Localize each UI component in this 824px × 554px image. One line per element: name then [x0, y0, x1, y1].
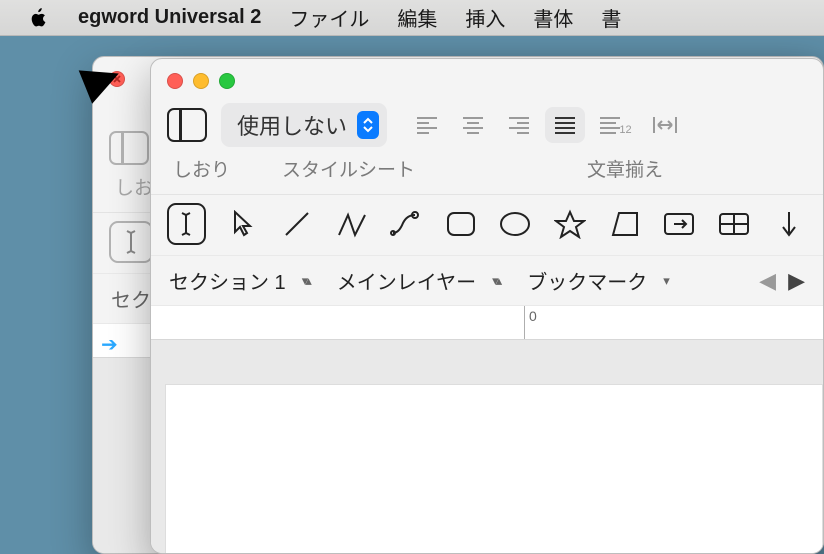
ruler-tick — [524, 306, 525, 339]
curve-tool[interactable] — [388, 203, 425, 245]
pointer-tool[interactable] — [224, 203, 261, 245]
close-button[interactable] — [167, 73, 183, 89]
menu-file[interactable]: ファイル — [289, 3, 369, 32]
zoom-button[interactable] — [219, 73, 235, 89]
annotation-arrow-icon — [34, 60, 124, 120]
polygon-tool[interactable] — [606, 203, 643, 245]
document-page[interactable] — [165, 384, 823, 554]
zigzag-tool[interactable] — [333, 203, 370, 245]
stylesheet-dropdown[interactable]: 使用しない — [221, 103, 387, 147]
label-stylesheet: スタイルシート — [282, 155, 415, 182]
line-tool[interactable] — [279, 203, 316, 245]
ruler-zero-label: 0 — [529, 308, 537, 324]
down-arrow-tool[interactable] — [770, 203, 807, 245]
rect-tool[interactable] — [442, 203, 479, 245]
label-bookmark: しおり — [173, 155, 230, 182]
text-cursor-tool[interactable] — [167, 203, 206, 245]
menubar: egword Universal 2 ファイル 編集 挿入 書体 書 — [0, 0, 824, 36]
tools-row — [151, 194, 823, 255]
menu-edit[interactable]: 編集 — [397, 3, 437, 32]
align-justify-button[interactable] — [545, 107, 585, 143]
ruler[interactable]: 0 — [151, 306, 823, 340]
fit-width-button[interactable] — [645, 107, 685, 143]
text-cursor-tool-back[interactable] — [109, 221, 153, 263]
ellipse-tool[interactable] — [497, 203, 534, 245]
align-right-button[interactable] — [499, 107, 539, 143]
section-select-back[interactable]: セク — [111, 284, 151, 313]
align-center-button[interactable] — [453, 107, 493, 143]
page-prev-button[interactable]: ◀ — [759, 268, 776, 294]
stylesheet-value: 使用しない — [237, 109, 347, 141]
dropdown-stepper-icon[interactable] — [357, 111, 379, 139]
label-bookmark-back: しお — [115, 173, 153, 200]
table-tool[interactable] — [716, 203, 753, 245]
bookmark-select[interactable]: ブックマーク ▾ — [527, 266, 667, 295]
menu-insert[interactable]: 挿入 — [465, 3, 505, 32]
window-controls — [151, 59, 823, 89]
foreground-window: 使用しない 12 しおり スタイルシート 文章揃え — [150, 58, 824, 554]
menu-font[interactable]: 書体 — [533, 3, 573, 32]
ruler-marker-icon: ➔ — [101, 332, 118, 357]
star-tool[interactable] — [552, 203, 589, 245]
minimize-button[interactable] — [193, 73, 209, 89]
section-select[interactable]: セクション 1 ▾▴ — [169, 266, 309, 295]
align-left-button[interactable] — [407, 107, 447, 143]
document-canvas — [151, 340, 823, 554]
arrow-box-tool[interactable] — [661, 203, 698, 245]
app-name[interactable]: egword Universal 2 — [78, 6, 261, 29]
layer-select[interactable]: メインレイヤー ▾▴ — [337, 266, 499, 295]
chevron-updown-icon: ▾▴ — [492, 273, 499, 289]
page-next-button[interactable]: ▶ — [788, 268, 805, 294]
menu-cut[interactable]: 書 — [601, 3, 621, 32]
align-group: 12 — [407, 107, 685, 143]
sidebar-toggle[interactable] — [167, 108, 207, 142]
apple-logo-icon[interactable] — [28, 7, 50, 29]
select-row: セクション 1 ▾▴ メインレイヤー ▾▴ ブックマーク ▾ ◀ ▶ — [151, 255, 823, 306]
chevron-updown-icon: ▾▴ — [302, 273, 309, 289]
label-textalign: 文章揃え — [587, 155, 663, 182]
align-distribute-button[interactable]: 12 — [591, 107, 639, 143]
sidebar-toggle-back[interactable] — [109, 131, 149, 165]
chevron-down-icon: ▾ — [663, 273, 667, 289]
